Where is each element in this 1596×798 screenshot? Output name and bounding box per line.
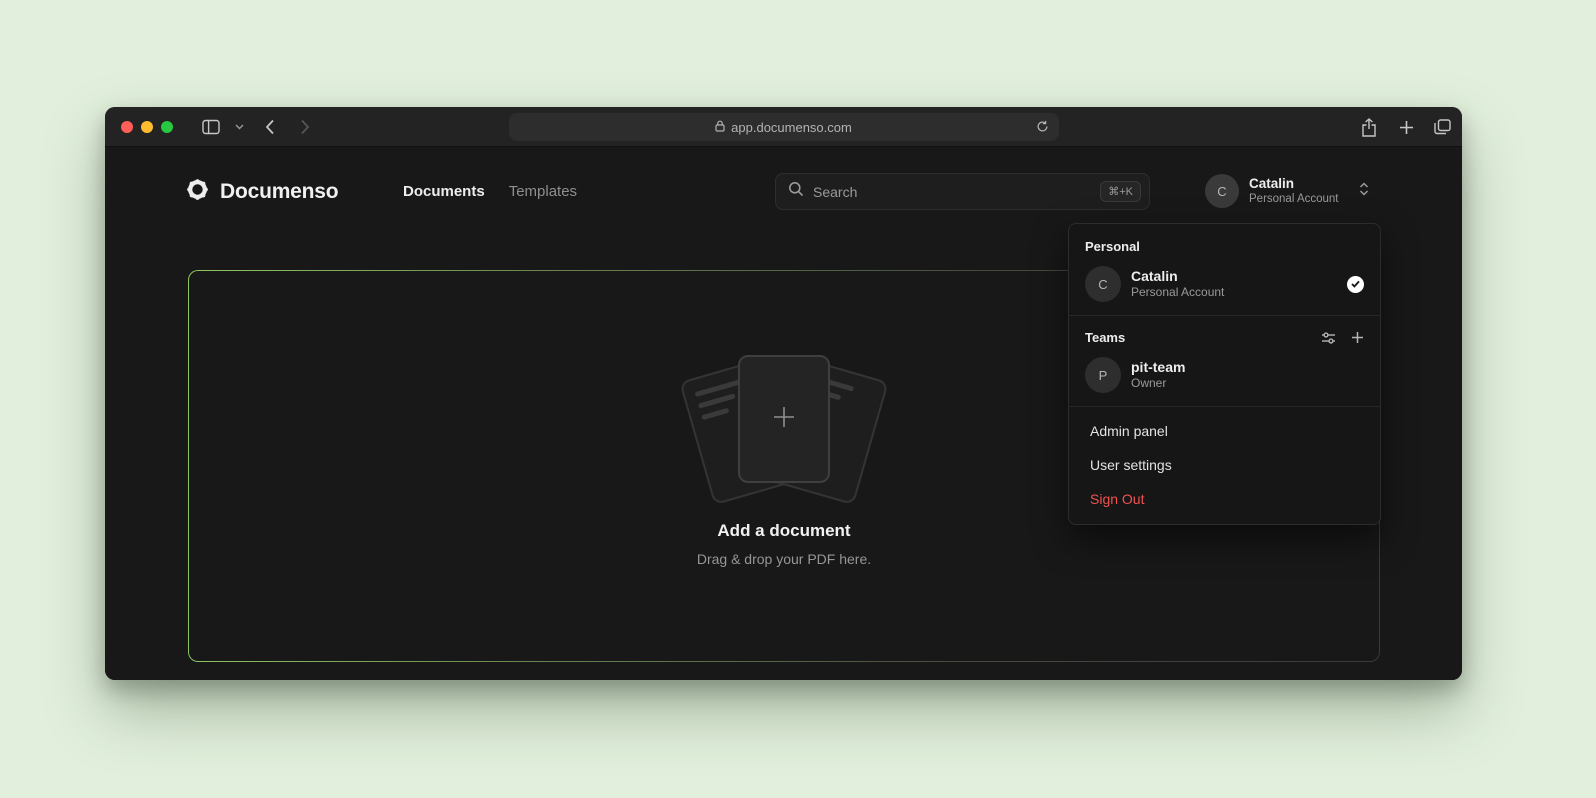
document-stack-illustration bbox=[691, 355, 877, 507]
create-team-plus-icon[interactable] bbox=[1351, 331, 1364, 345]
share-icon[interactable] bbox=[1359, 117, 1379, 137]
account-menu-button[interactable]: C Catalin Personal Account bbox=[1205, 173, 1369, 209]
nav-templates[interactable]: Templates bbox=[509, 183, 577, 200]
minimize-window-button[interactable] bbox=[141, 121, 153, 133]
window-controls bbox=[121, 121, 173, 133]
personal-account-item[interactable]: C Catalin Personal Account bbox=[1069, 260, 1380, 308]
forward-icon[interactable] bbox=[295, 117, 315, 137]
teams-section-label: Teams bbox=[1085, 330, 1125, 345]
avatar: C bbox=[1085, 266, 1121, 302]
search-icon bbox=[788, 181, 804, 202]
search-shortcut-badge: ⌘+K bbox=[1100, 181, 1141, 202]
url-text: app.documenso.com bbox=[731, 120, 852, 135]
close-window-button[interactable] bbox=[121, 121, 133, 133]
back-icon[interactable] bbox=[260, 117, 280, 137]
app-page: Documenso Documents Templates ⌘+K C Cata… bbox=[105, 147, 1462, 680]
address-bar[interactable]: app.documenso.com bbox=[509, 113, 1059, 141]
document-card-center bbox=[738, 355, 830, 483]
team-role: Owner bbox=[1131, 376, 1185, 391]
menu-item-admin-panel[interactable]: Admin panel bbox=[1069, 414, 1380, 448]
account-name: Catalin bbox=[1249, 176, 1339, 192]
search-box: ⌘+K bbox=[775, 173, 1150, 210]
refresh-icon[interactable] bbox=[1035, 119, 1051, 135]
documenso-logo-icon bbox=[185, 177, 210, 207]
account-type: Personal Account bbox=[1249, 192, 1339, 206]
team-item[interactable]: P pit-team Owner bbox=[1069, 351, 1380, 399]
selected-check-icon bbox=[1347, 276, 1364, 293]
browser-window: app.documenso.com bbox=[105, 107, 1462, 680]
avatar: C bbox=[1205, 174, 1239, 208]
zoom-window-button[interactable] bbox=[161, 121, 173, 133]
manage-teams-icon[interactable] bbox=[1321, 331, 1336, 345]
browser-titlebar: app.documenso.com bbox=[105, 107, 1462, 147]
avatar: P bbox=[1085, 357, 1121, 393]
sidebar-chevron-down-icon[interactable] bbox=[229, 117, 249, 137]
tab-overview-icon[interactable] bbox=[1432, 117, 1452, 137]
teams-section-header: Teams bbox=[1069, 323, 1380, 351]
account-dropdown-menu: Personal C Catalin Personal Account Team… bbox=[1068, 223, 1381, 525]
sidebar-toggle-icon[interactable] bbox=[201, 117, 221, 137]
lock-icon bbox=[715, 120, 725, 135]
divider bbox=[1069, 315, 1380, 316]
chevron-up-down-icon bbox=[1359, 181, 1369, 202]
menu-item-sign-out[interactable]: Sign Out bbox=[1069, 482, 1380, 516]
search-input[interactable] bbox=[813, 184, 1091, 200]
dropzone-subtitle: Drag & drop your PDF here. bbox=[189, 551, 1379, 567]
divider bbox=[1069, 406, 1380, 407]
team-name: pit-team bbox=[1131, 359, 1185, 376]
personal-account-subtitle: Personal Account bbox=[1131, 285, 1224, 300]
personal-account-name: Catalin bbox=[1131, 268, 1224, 285]
new-tab-icon[interactable] bbox=[1396, 117, 1416, 137]
menu-item-user-settings[interactable]: User settings bbox=[1069, 448, 1380, 482]
nav-documents[interactable]: Documents bbox=[403, 183, 485, 200]
personal-section-label: Personal bbox=[1069, 232, 1380, 260]
brand-name: Documenso bbox=[220, 180, 338, 204]
main-nav: Documents Templates bbox=[403, 183, 577, 200]
plus-icon bbox=[771, 404, 797, 435]
brand[interactable]: Documenso bbox=[185, 177, 338, 207]
